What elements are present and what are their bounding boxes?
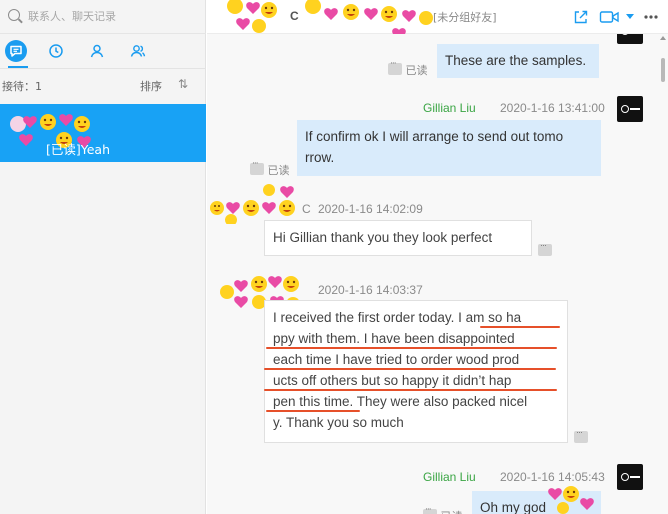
chat-history[interactable]: These are the samples. 已读 Gillian Liu 20… bbox=[207, 34, 668, 514]
chat-bubble-icon bbox=[10, 45, 22, 57]
sender-name: Gillian Liu bbox=[423, 101, 476, 115]
tab-recent[interactable] bbox=[45, 40, 67, 62]
read-status-icon bbox=[250, 159, 264, 175]
highlight-underline bbox=[480, 326, 560, 328]
contact-name-emoji-sticker bbox=[227, 0, 433, 34]
contact-group-tag: [未分组好友] bbox=[433, 11, 497, 24]
contact-initial: C bbox=[290, 9, 299, 23]
sidebar-tabs bbox=[0, 36, 206, 68]
tab-contacts[interactable] bbox=[86, 40, 108, 62]
highlight-underline bbox=[264, 389, 557, 391]
message-line: ucts off others but so happy it didn’t h… bbox=[273, 373, 512, 388]
message-text: These are the samples. bbox=[445, 53, 587, 68]
queue-row: 接待：1 排序 ⇅ bbox=[0, 74, 206, 96]
video-call-icon[interactable] bbox=[599, 9, 621, 25]
tab-groups[interactable] bbox=[127, 40, 149, 62]
message-emoji-sticker bbox=[548, 486, 594, 514]
chat-header: C [未分组好友] bbox=[207, 0, 668, 34]
message-more-button[interactable] bbox=[574, 427, 588, 443]
search-icon bbox=[8, 9, 20, 21]
message-line: pen this time. They were also packed nic… bbox=[273, 394, 528, 409]
message-bubble-outgoing: If confirm ok I will arrange to send out… bbox=[297, 120, 601, 176]
read-status-icon bbox=[388, 59, 402, 75]
search-input[interactable] bbox=[28, 6, 198, 26]
sort-button[interactable]: 排序 bbox=[140, 78, 162, 94]
chat-scrollbar[interactable] bbox=[658, 34, 668, 514]
conversation-item[interactable]: [已读]Yeah bbox=[0, 104, 206, 162]
queue-count: 接待：1 bbox=[2, 80, 42, 93]
tab-chats[interactable] bbox=[5, 40, 27, 62]
read-receipt: 已读 bbox=[388, 59, 428, 78]
read-receipt: 已读 bbox=[250, 159, 290, 178]
sender-avatar-emoji-sticker bbox=[210, 184, 295, 224]
search-bar bbox=[0, 0, 206, 34]
clock-icon bbox=[49, 44, 63, 58]
message-text: Hi Gillian thank you they look perfect bbox=[273, 230, 493, 245]
conversation-sidebar: 接待：1 排序 ⇅ [已读]Yeah bbox=[0, 0, 206, 514]
read-label: 已读 bbox=[441, 510, 463, 514]
highlight-underline bbox=[266, 410, 360, 412]
message-line: rrow. bbox=[305, 150, 335, 165]
share-icon[interactable] bbox=[573, 9, 589, 25]
read-label: 已读 bbox=[405, 64, 428, 77]
divider bbox=[0, 68, 206, 69]
scrollbar-thumb[interactable] bbox=[661, 58, 665, 82]
person-icon bbox=[90, 44, 104, 58]
scroll-up-arrow[interactable] bbox=[660, 36, 666, 40]
message-time: 2020-1-16 14:02:09 bbox=[318, 202, 423, 216]
message-line: If confirm ok I will arrange to send out… bbox=[305, 129, 564, 144]
message-bubble-incoming: I received the first order today. I am s… bbox=[264, 300, 568, 443]
message-line: ppy with them. I have been disappointed bbox=[273, 331, 515, 346]
sender-name: C bbox=[302, 202, 311, 216]
sort-icon[interactable]: ⇅ bbox=[178, 77, 188, 91]
sender-name: Gillian Liu bbox=[423, 470, 476, 484]
message-line: each time I have tried to order wood pro… bbox=[273, 352, 520, 367]
message-time: 2020-1-16 14:03:37 bbox=[318, 283, 423, 297]
read-label: 已读 bbox=[267, 164, 290, 177]
chevron-down-icon[interactable] bbox=[626, 14, 634, 19]
message-line: y. Thank you so much bbox=[273, 415, 404, 430]
more-icon[interactable] bbox=[643, 10, 659, 24]
group-icon bbox=[130, 45, 146, 57]
read-receipt: 已读 bbox=[423, 505, 463, 514]
agent-avatar bbox=[617, 464, 643, 490]
agent-avatar bbox=[617, 96, 643, 122]
message-more-button[interactable] bbox=[538, 240, 552, 256]
message-time: 2020-1-16 13:41:00 bbox=[500, 101, 605, 115]
highlight-underline bbox=[266, 347, 557, 349]
message-text: Oh my god bbox=[480, 500, 547, 514]
highlight-underline bbox=[264, 368, 556, 370]
read-status-icon bbox=[423, 505, 437, 514]
message-bubble-incoming: Hi Gillian thank you they look perfect bbox=[264, 220, 532, 256]
message-line: I received the first order today. I am s… bbox=[273, 310, 522, 325]
conversation-last-message: [已读]Yeah bbox=[46, 142, 111, 157]
agent-avatar bbox=[617, 34, 643, 44]
message-bubble-outgoing: These are the samples. bbox=[437, 44, 599, 78]
